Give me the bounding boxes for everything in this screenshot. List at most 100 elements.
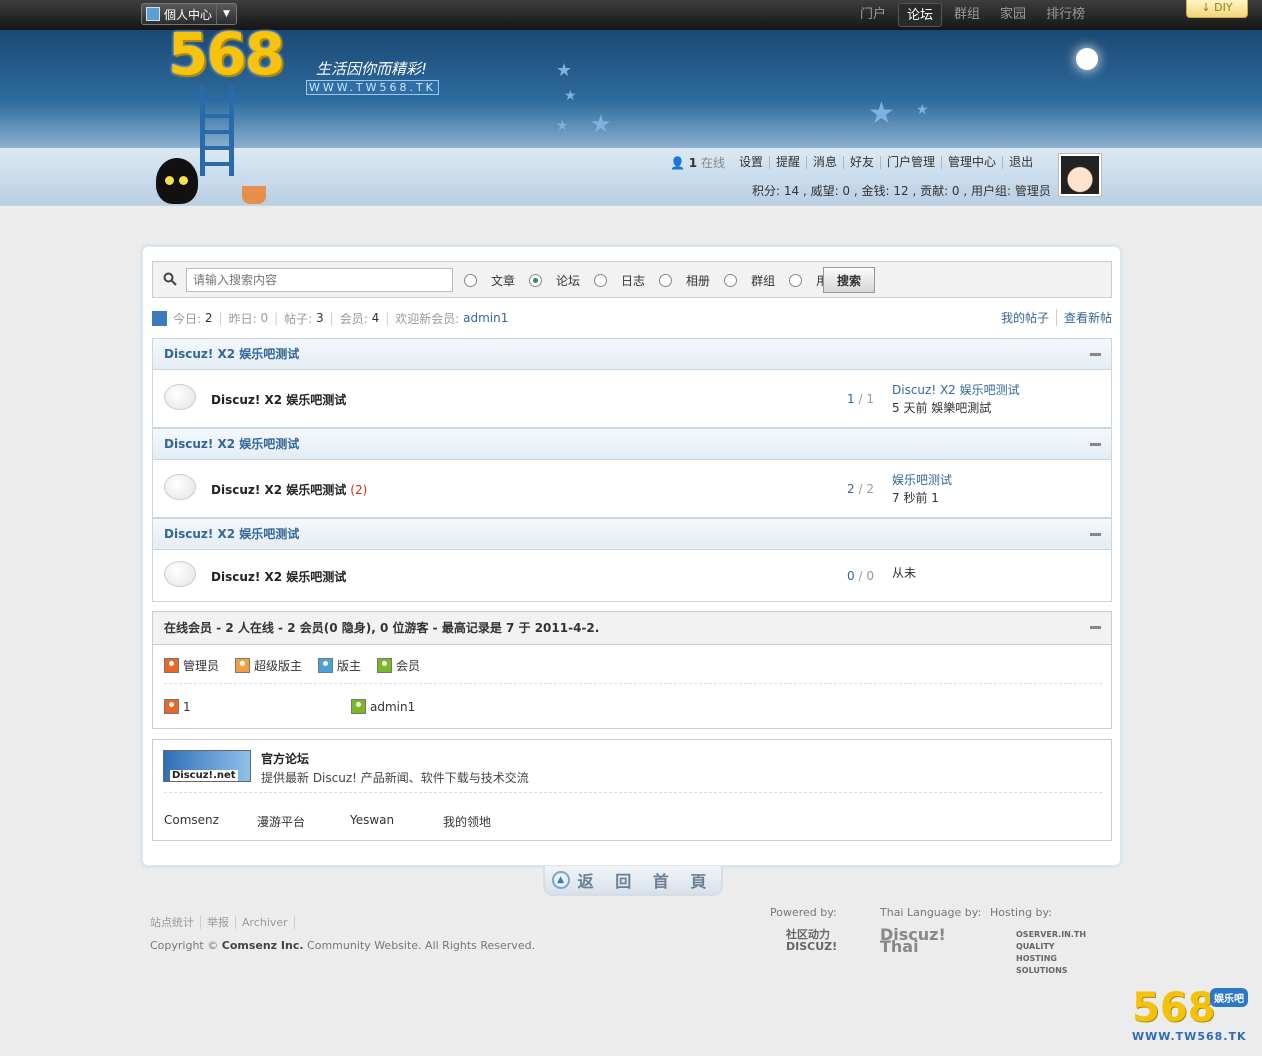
search-option-label: 相册: [686, 273, 711, 288]
forum-name[interactable]: Discuz! X2 娱乐吧测试: [211, 568, 350, 585]
collapse-icon[interactable]: [1090, 353, 1101, 356]
logout-link[interactable]: 退出: [1002, 156, 1039, 169]
member-user-icon: [377, 658, 393, 673]
moon-icon: [1076, 48, 1098, 70]
copyright-suffix: Community Website. All Rights Reserved.: [303, 939, 536, 952]
collapse-icon[interactable]: [1090, 533, 1101, 536]
thai-language-logo[interactable]: Discuz! Thai: [880, 927, 970, 955]
official-forum-link[interactable]: 官方论坛: [261, 750, 309, 767]
forum-category: Discuz! X2 娱乐吧测试 Discuz! X2 娱乐吧测试 (2) 2 /…: [152, 428, 1112, 518]
stats-yesterday-value: 0: [260, 311, 269, 325]
hosting-logo[interactable]: OSERVER.IN.TH QUALITY HOSTING SOLUTIONS: [990, 929, 1090, 975]
search-button[interactable]: 搜索: [823, 267, 875, 293]
search-option-article[interactable]: 文章: [464, 270, 515, 290]
stats-today-value: 2: [204, 311, 213, 325]
radio-checked-icon[interactable]: [529, 273, 543, 287]
search-option-forum[interactable]: 论坛: [529, 270, 580, 290]
nav-portal[interactable]: 门户: [852, 3, 894, 27]
stats-yesterday-label: 昨日:: [228, 311, 257, 326]
radio-icon[interactable]: [464, 273, 477, 287]
friend-link-mydomain[interactable]: 我的领地: [443, 813, 536, 830]
portal-admin-link[interactable]: 门户管理: [880, 156, 941, 169]
user-messages-link[interactable]: 消息: [806, 156, 843, 169]
user-reminders-link[interactable]: 提醒: [768, 156, 806, 169]
category-header[interactable]: Discuz! X2 娱乐吧测试: [153, 338, 1111, 370]
radio-icon[interactable]: [789, 273, 803, 287]
forum-category: Discuz! X2 娱乐吧测试 Discuz! X2 娱乐吧测试 0 / 0 …: [152, 518, 1112, 602]
category-header[interactable]: Discuz! X2 娱乐吧测试: [153, 428, 1111, 460]
company-name[interactable]: Comsenz Inc.: [222, 939, 304, 952]
forum-bubble-icon: [164, 561, 196, 587]
radio-icon[interactable]: [594, 273, 608, 287]
nav-ranking[interactable]: 排行榜: [1038, 3, 1093, 27]
search-option-blog[interactable]: 日志: [594, 270, 645, 290]
nav-forum[interactable]: 论坛: [898, 3, 943, 27]
search-option-label: 日志: [621, 273, 646, 288]
stats-members-value: 4: [371, 311, 380, 325]
site-logo[interactable]: 568: [168, 20, 285, 88]
forum-name[interactable]: Discuz! X2 娱乐吧测试: [211, 391, 350, 408]
my-posts-link[interactable]: 我的帖子: [994, 309, 1049, 326]
new-member-link[interactable]: admin1: [463, 311, 508, 325]
forum-bubble-icon: [164, 474, 196, 500]
new-posts-link[interactable]: 查看新帖: [1055, 309, 1112, 326]
forum-counts: 0 / 0: [847, 569, 874, 583]
forum-last-post: Discuz! X2 娱乐吧测试 5 天前 娛樂吧測試: [892, 381, 1020, 417]
avatar[interactable]: [1058, 153, 1102, 197]
radio-icon[interactable]: [659, 273, 673, 287]
search-option-label: 文章: [491, 273, 516, 288]
forum-new-count: (2): [350, 483, 368, 497]
online-user-list: 1 admin1: [164, 699, 538, 714]
online-status[interactable]: 👤 1 在线: [670, 154, 733, 171]
avatar-face-icon: [1061, 156, 1099, 194]
friend-link-manyou[interactable]: 漫游平台: [257, 813, 350, 830]
nav-group[interactable]: 群组: [946, 3, 988, 27]
site-stats-link[interactable]: 站点统计: [150, 916, 201, 929]
online-user[interactable]: 1: [164, 699, 351, 714]
report-link[interactable]: 举报: [207, 916, 236, 929]
search-bar: 文章 论坛 日志 相册 群组 用户 搜索: [152, 261, 1112, 298]
discuz-logo-text: Discuz!.net: [170, 770, 238, 781]
discuz-logo[interactable]: Discuz!.net: [163, 750, 251, 782]
category-title[interactable]: Discuz! X2 娱乐吧测试: [164, 437, 299, 451]
moderator-user-icon: [318, 658, 334, 673]
user-settings-link[interactable]: 设置: [733, 156, 769, 169]
radio-icon[interactable]: [724, 273, 738, 287]
forum-posts: 2: [866, 482, 874, 496]
category-title[interactable]: Discuz! X2 娱乐吧测试: [164, 527, 299, 541]
nav-home[interactable]: 家园: [992, 3, 1034, 27]
collapse-icon[interactable]: [1090, 443, 1101, 446]
search-option-group[interactable]: 群组: [724, 270, 775, 290]
online-members-header[interactable]: 在线会员 - 2 人在线 - 2 会员(0 隐身), 0 位游客 - 最高记录是…: [153, 612, 1111, 645]
last-post-link[interactable]: 娱乐吧测试: [892, 473, 952, 487]
star-icon: ★: [868, 96, 895, 131]
online-user[interactable]: admin1: [351, 699, 538, 714]
legend-super-moderator: 超级版主: [235, 657, 302, 674]
admin-center-link[interactable]: 管理中心: [941, 156, 1002, 169]
powered-by-logo[interactable]: 社区动力 DISCUZ!: [770, 929, 860, 955]
search-input[interactable]: [186, 268, 453, 292]
hosting-by: Hosting by: OSERVER.IN.TH QUALITY HOSTIN…: [990, 906, 1090, 975]
stats-links: 我的帖子 查看新帖: [987, 309, 1112, 326]
ladder-decoration: [200, 86, 234, 176]
archiver-link[interactable]: Archiver: [242, 916, 295, 929]
diy-button[interactable]: ↓ DIY: [1186, 0, 1248, 18]
friend-link-yeswan[interactable]: Yeswan: [350, 813, 443, 830]
category-title[interactable]: Discuz! X2 娱乐吧测试: [164, 347, 299, 361]
last-post-link[interactable]: Discuz! X2 娱乐吧测试: [892, 383, 1020, 397]
search-option-album[interactable]: 相册: [659, 270, 710, 290]
user-credits[interactable]: 积分: 14 , 威望: 0 , 金钱: 12 , 贡献: 0 , 用户组: 管…: [752, 182, 1051, 199]
back-home-button[interactable]: ▲ 返 回 首 頁: [543, 866, 723, 896]
forum-threads: 1: [847, 392, 855, 406]
search-option-label: 论坛: [556, 273, 581, 288]
forum-category: Discuz! X2 娱乐吧测试 Discuz! X2 娱乐吧测试 1 / 1 …: [152, 338, 1112, 428]
search-option-label: 群组: [751, 273, 776, 288]
collapse-icon[interactable]: [1090, 626, 1101, 629]
admin-user-icon: [164, 699, 179, 714]
forum-name[interactable]: Discuz! X2 娱乐吧测试 (2): [211, 481, 367, 498]
category-header[interactable]: Discuz! X2 娱乐吧测试: [153, 518, 1111, 550]
user-friends-link[interactable]: 好友: [843, 156, 880, 169]
friend-link-comsenz[interactable]: Comsenz: [164, 813, 257, 830]
user-nav: 👤 1 在线 设置 提醒 消息 好友 门户管理 管理中心 退出: [670, 154, 1039, 171]
divider: [164, 683, 1102, 684]
